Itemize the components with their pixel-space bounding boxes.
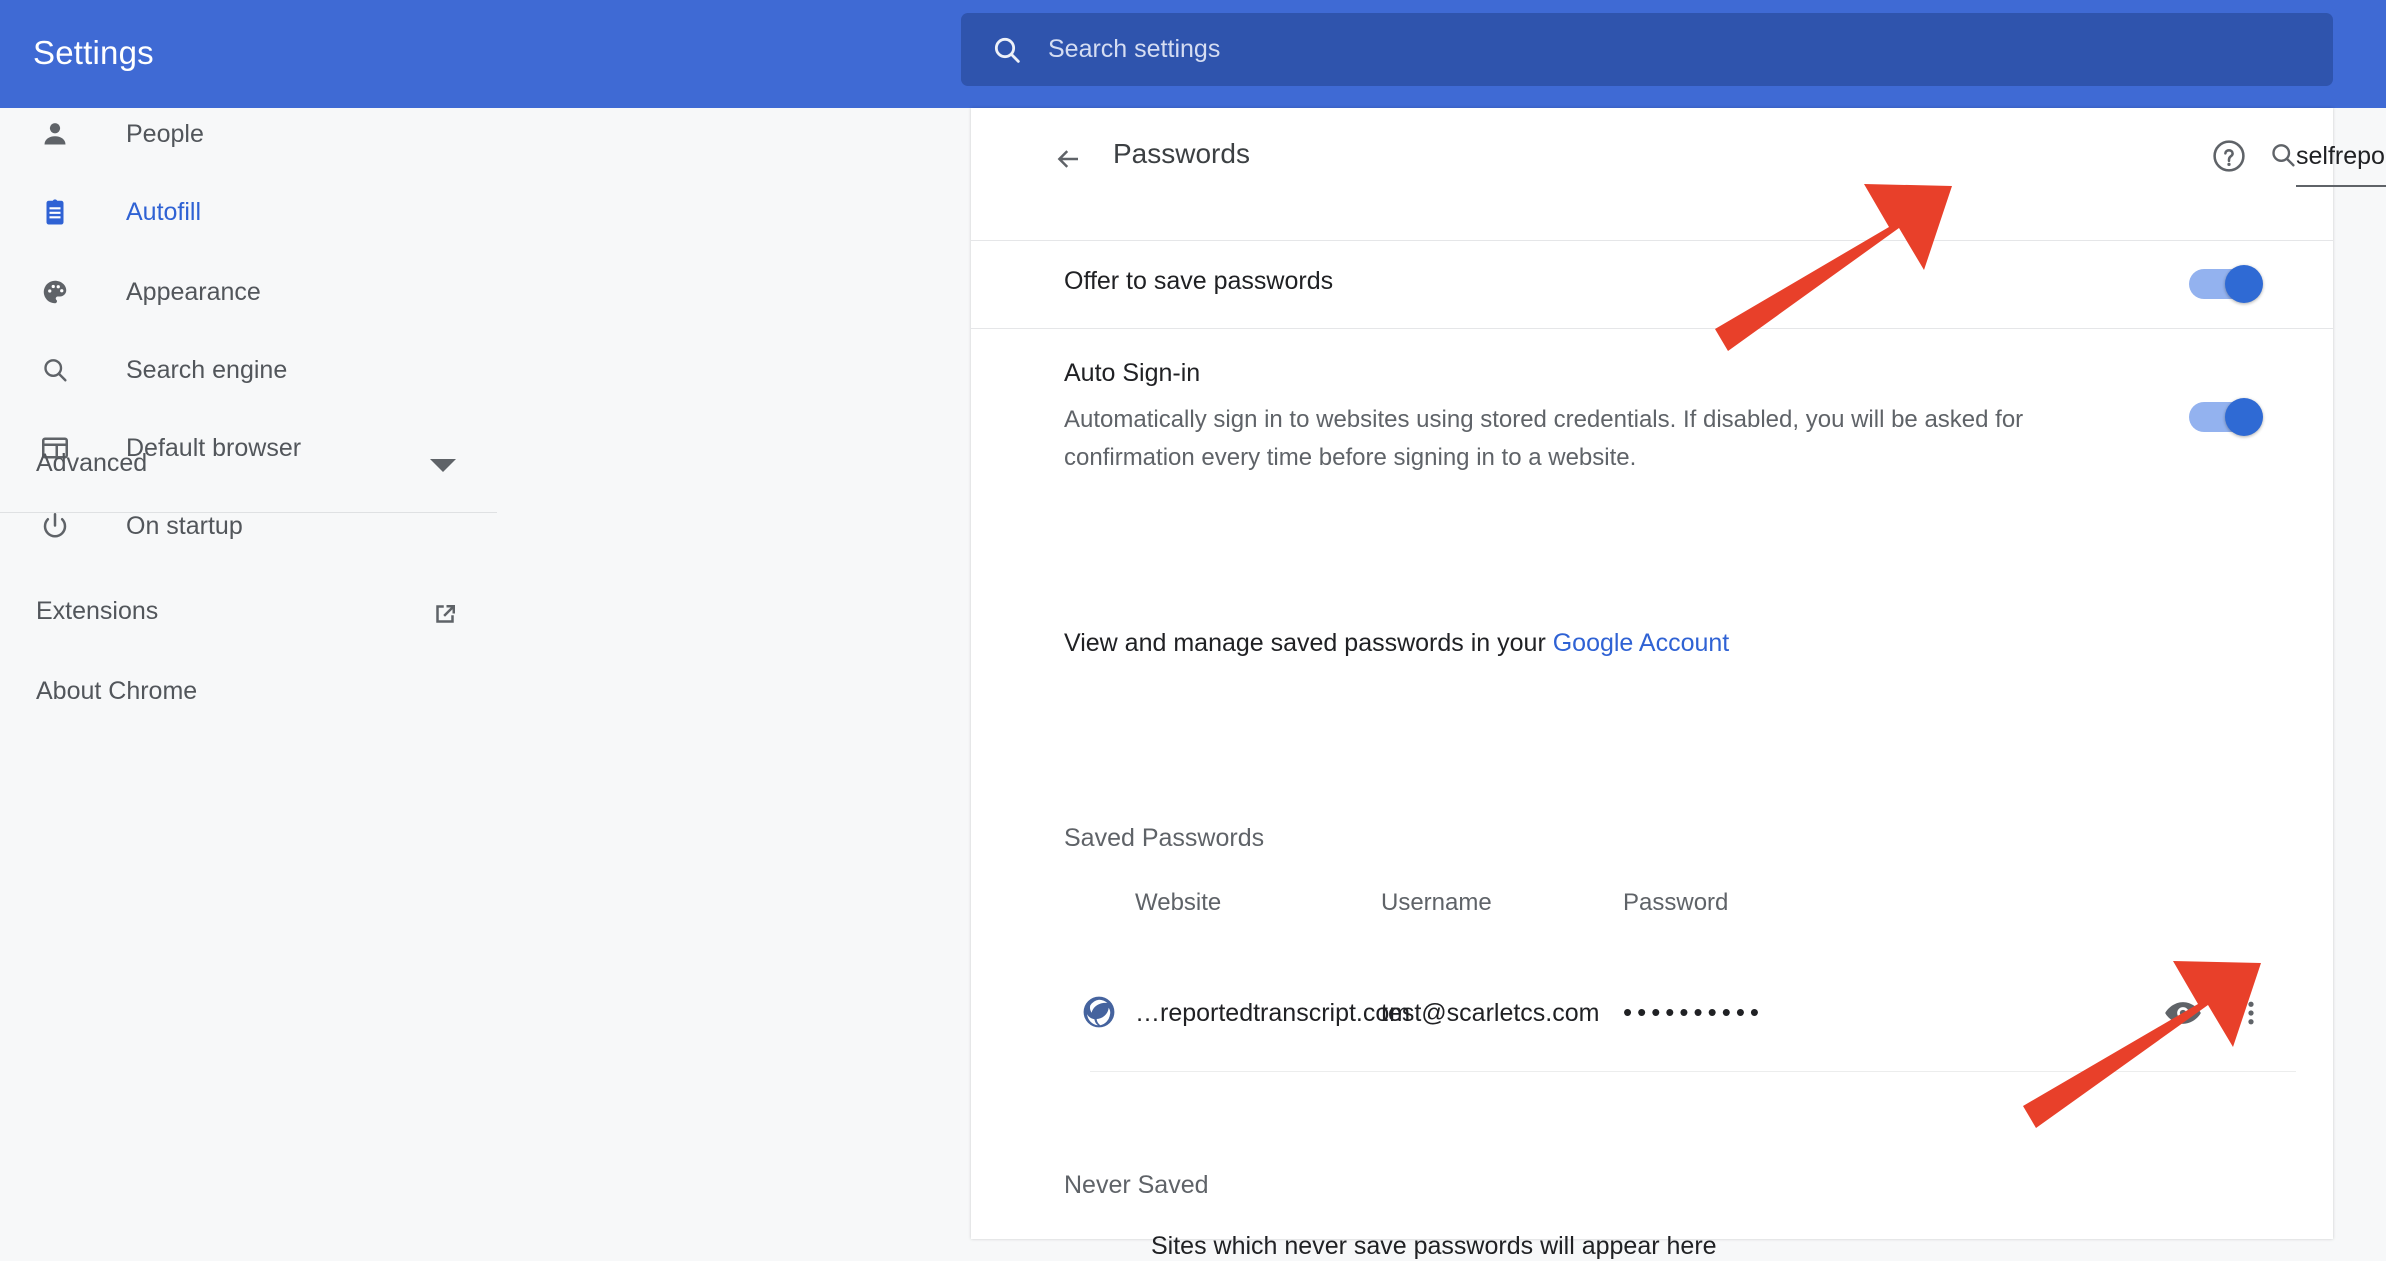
power-icon <box>38 509 72 543</box>
back-arrow-icon[interactable] <box>1051 144 1085 174</box>
setting-description: Automatically sign in to websites using … <box>1064 401 2104 477</box>
column-header-username: Username <box>1381 889 1492 917</box>
toggle-knob <box>2225 398 2263 436</box>
help-circle-icon[interactable] <box>2211 138 2247 174</box>
sidebar-item-extensions[interactable]: Extensions <box>0 586 967 638</box>
passwords-table-header: Website Username Password <box>971 883 2333 929</box>
setting-row-auto-signin[interactable]: Auto Sign-in Automatically sign in to we… <box>971 328 2333 519</box>
saved-passwords-section-label: Saved Passwords <box>1064 824 1264 853</box>
password-search-input[interactable] <box>2296 142 2386 171</box>
column-header-password: Password <box>1623 889 1728 917</box>
settings-sidebar: People Autofill Appearance <box>0 108 967 1239</box>
external-link-icon <box>430 599 460 629</box>
search-icon <box>2268 140 2298 170</box>
eye-icon[interactable] <box>2163 993 2203 1033</box>
cell-username: test@scarletcs.com <box>1381 999 1599 1028</box>
sidebar-item-people[interactable]: People <box>0 108 967 160</box>
toggle-knob <box>2225 265 2263 303</box>
setting-row-offer-to-save[interactable]: Offer to save passwords <box>971 240 2333 329</box>
table-row[interactable]: …reportedtranscript.com test@scarletcs.c… <box>971 963 2333 1071</box>
google-account-link[interactable]: Google Account <box>1553 629 1730 657</box>
app-title: Settings <box>33 34 154 72</box>
auto-signin-toggle[interactable] <box>2189 398 2263 436</box>
sidebar-item-label: Extensions <box>36 597 158 626</box>
sidebar-item-label: Autofill <box>126 198 201 227</box>
cell-password: •••••••••• <box>1623 997 1764 1028</box>
chevron-down-icon <box>430 459 456 472</box>
column-header-website: Website <box>1135 889 1221 917</box>
page-title: Passwords <box>1113 138 1250 170</box>
sidebar-item-autofill[interactable]: Autofill <box>0 186 967 238</box>
manage-passwords-text: View and manage saved passwords in your … <box>1064 629 1729 658</box>
search-icon <box>991 34 1023 66</box>
palette-icon <box>38 275 72 309</box>
more-vert-icon[interactable] <box>2236 993 2266 1033</box>
sidebar-item-search-engine[interactable]: Search engine <box>0 344 967 396</box>
manage-passwords-prefix: View and manage saved passwords in your <box>1064 629 1553 657</box>
password-search-field[interactable] <box>2296 130 2386 187</box>
global-search-box[interactable] <box>961 13 2333 86</box>
person-icon <box>38 117 72 151</box>
sidebar-item-about-chrome[interactable]: About Chrome <box>0 666 967 718</box>
search-icon <box>38 353 72 387</box>
table-row-divider <box>1090 1071 2296 1072</box>
sidebar-item-label: On startup <box>126 512 243 541</box>
passwords-page-card: Passwords Offer to save passwords Auto S… <box>971 108 2333 1239</box>
clipboard-icon <box>38 195 72 229</box>
passwords-page-header: Passwords <box>971 108 2333 212</box>
sidebar-item-label: Search engine <box>126 356 287 385</box>
sidebar-advanced-label: Advanced <box>36 449 147 478</box>
sidebar-item-appearance[interactable]: Appearance <box>0 266 967 318</box>
sidebar-item-advanced[interactable]: Advanced <box>0 438 967 490</box>
sidebar-item-label: Appearance <box>126 278 261 307</box>
sidebar-divider <box>0 512 497 513</box>
setting-label: Auto Sign-in <box>1064 359 1200 388</box>
sidebar-item-on-startup[interactable]: On startup <box>0 500 967 552</box>
never-saved-section-label: Never Saved <box>1064 1171 1209 1200</box>
settings-top-header: Settings <box>0 0 2386 108</box>
site-favicon <box>1081 994 1117 1030</box>
cell-website: …reportedtranscript.com <box>1135 999 1410 1028</box>
offer-to-save-toggle[interactable] <box>2189 265 2263 303</box>
never-saved-empty-text: Sites which never save passwords will ap… <box>1151 1232 1717 1261</box>
sidebar-item-label: About Chrome <box>36 677 197 706</box>
search-input[interactable] <box>1048 35 1948 64</box>
setting-label: Offer to save passwords <box>1064 267 1333 296</box>
sidebar-item-label: People <box>126 120 204 149</box>
